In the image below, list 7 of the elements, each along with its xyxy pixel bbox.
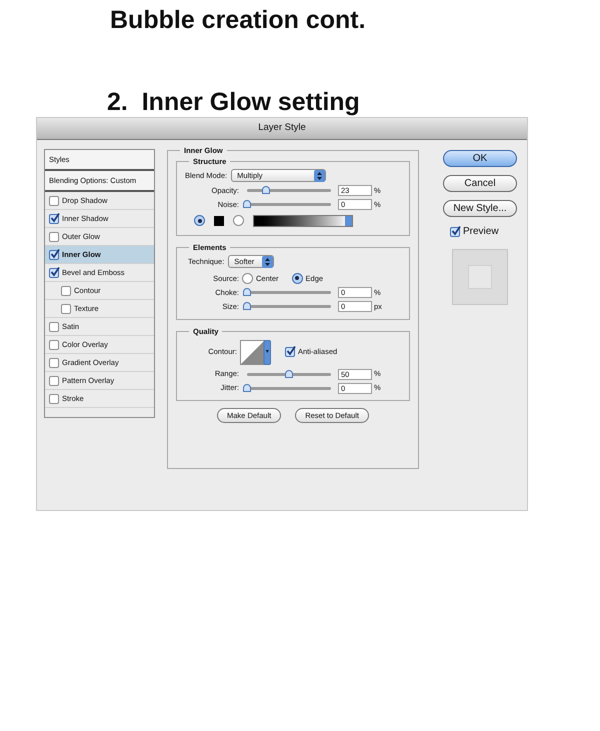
step-title: 2. Inner Glow setting (107, 87, 361, 117)
page-title: Bubble creation cont. (110, 5, 367, 35)
window-title-bar: Layer Style (37, 118, 527, 140)
checkbox-label: Preview (463, 225, 499, 239)
action-button[interactable]: OK (443, 150, 517, 167)
action-button[interactable]: Cancel (443, 175, 517, 192)
action-button[interactable]: New Style... (443, 200, 517, 217)
